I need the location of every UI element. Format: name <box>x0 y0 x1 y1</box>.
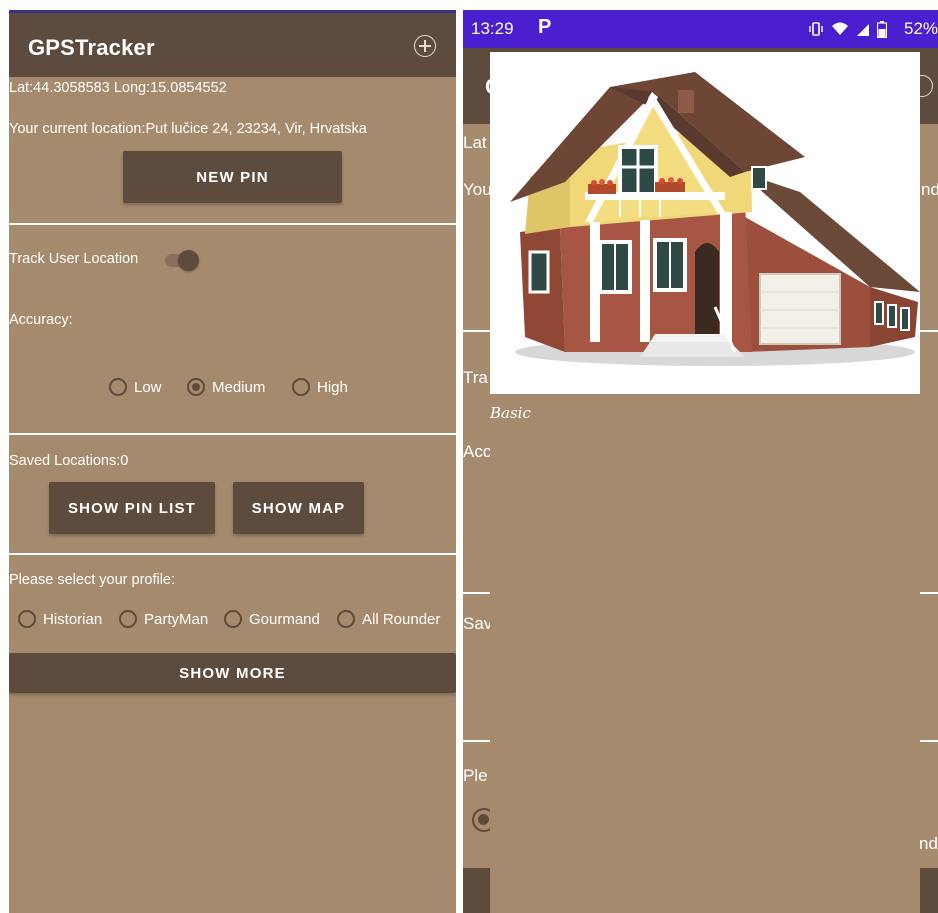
profile-dialog: Basic <box>490 52 920 913</box>
radio-label: Gourmand <box>249 610 320 628</box>
switch-thumb <box>178 250 199 271</box>
bg-ple-fragment: Ple <box>463 766 488 785</box>
radio-label: High <box>317 378 348 396</box>
bg-acc-fragment: Acc <box>463 442 492 461</box>
bg-you-fragment: You <box>463 180 492 199</box>
signal-icon <box>856 24 869 37</box>
current-location-text: Your current location:Put lučice 24, 232… <box>9 121 367 137</box>
profile-prompt: Please select your profile: <box>9 572 176 588</box>
image-caption: Basic <box>490 404 531 422</box>
accuracy-low-radio[interactable]: Low <box>109 378 162 396</box>
radio-label: Low <box>134 378 162 396</box>
app-bar: GPSTracker <box>9 13 456 77</box>
bg-divider <box>920 592 938 594</box>
track-user-location-switch[interactable] <box>163 250 203 271</box>
radio-circle-icon <box>224 610 242 628</box>
profile-all-rounder-radio[interactable]: All Rounder <box>337 610 440 628</box>
show-map-button[interactable]: SHOW MAP <box>233 482 364 534</box>
wifi-icon <box>831 22 848 36</box>
radio-circle-icon <box>292 378 310 396</box>
bg-divider <box>920 740 938 742</box>
app-title: GPSTracker <box>28 35 155 60</box>
bg-divider <box>463 330 490 332</box>
house-illustration-icon <box>510 72 920 366</box>
divider <box>9 223 456 225</box>
bg-divider <box>463 740 490 742</box>
accuracy-high-radio[interactable]: High <box>292 378 348 396</box>
accuracy-medium-radio[interactable]: Medium <box>187 378 265 396</box>
saved-locations-text: Saved Locations:0 <box>9 453 129 469</box>
divider <box>9 433 456 435</box>
right-screen: 13:29 P 52% G Lat You nd Tra Acc Sav Ple… <box>463 10 938 913</box>
divider <box>9 553 456 555</box>
bg-tra-fragment: Tra <box>463 368 488 387</box>
parking-app-icon: P <box>538 16 552 38</box>
status-time: 13:29 <box>471 19 514 38</box>
house-image[interactable] <box>490 52 920 394</box>
accuracy-label: Accuracy: <box>9 312 73 328</box>
radio-circle-icon <box>337 610 355 628</box>
radio-label: All Rounder <box>362 610 441 628</box>
profile-historian-radio[interactable]: Historian <box>18 610 102 628</box>
left-screen: GPSTracker Lat:44.3058583 Long:15.085455… <box>9 10 456 913</box>
radio-circle-icon <box>18 610 36 628</box>
add-circle-icon[interactable] <box>414 35 436 57</box>
radio-label: Medium <box>212 378 266 396</box>
bg-nd-fragment: nd <box>921 180 938 199</box>
radio-label: PartyMan <box>144 610 209 628</box>
status-bar: 13:29 P 52% <box>463 10 938 48</box>
status-icons <box>808 20 887 38</box>
radio-circle-icon <box>109 378 127 396</box>
bg-divider <box>920 330 938 332</box>
bg-divider <box>463 592 490 594</box>
radio-circle-icon <box>119 610 137 628</box>
profile-gourmand-radio[interactable]: Gourmand <box>224 610 320 628</box>
vibrate-icon <box>809 22 823 37</box>
show-more-button[interactable]: SHOW MORE <box>9 653 456 693</box>
new-pin-button[interactable]: NEW PIN <box>123 151 342 203</box>
bg-sav-fragment: Sav <box>463 614 493 633</box>
bg-nde-fragment: nde <box>919 834 938 853</box>
battery-icon <box>876 20 887 38</box>
show-pin-list-button[interactable]: SHOW PIN LIST <box>49 482 215 534</box>
radio-selected-icon <box>187 378 205 396</box>
coordinates-text: Lat:44.3058583 Long:15.0854552 <box>9 80 227 96</box>
bg-lat-fragment: Lat <box>463 133 487 152</box>
profile-partyman-radio[interactable]: PartyMan <box>119 610 208 628</box>
track-user-location-label: Track User Location <box>9 251 139 267</box>
radio-label: Historian <box>43 610 103 628</box>
battery-percent: 52% <box>904 19 938 38</box>
